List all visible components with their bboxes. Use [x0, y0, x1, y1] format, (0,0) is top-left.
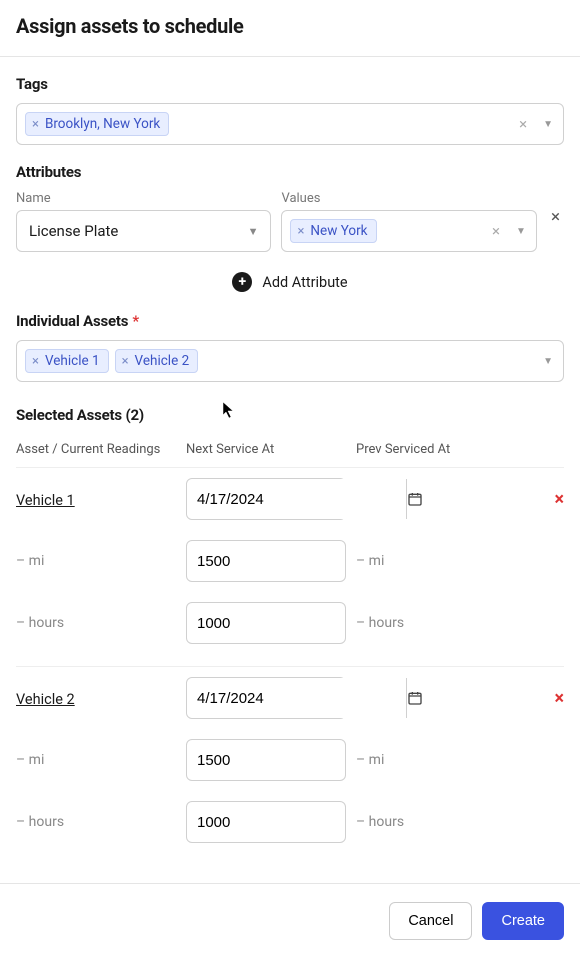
mi-next-input[interactable]	[186, 540, 346, 582]
value-chip[interactable]: × New York	[290, 219, 376, 243]
clear-icon[interactable]: ×	[513, 115, 533, 133]
chip-label: Vehicle 1	[45, 353, 100, 369]
next-service-date-input[interactable]	[187, 678, 406, 718]
table-header: Asset / Current Readings Next Service At…	[16, 434, 564, 468]
asset-link[interactable]: Vehicle 1	[16, 492, 75, 509]
remove-attribute-button[interactable]: ×	[547, 207, 564, 237]
asset-chip[interactable]: × Vehicle 1	[25, 349, 109, 373]
caret-down-icon[interactable]: ▼	[539, 356, 555, 367]
mi-current: – mi	[16, 553, 186, 569]
attr-name-select[interactable]: License Plate ▼	[16, 210, 271, 252]
attributes-label: Attributes	[16, 163, 564, 181]
calendar-icon	[407, 690, 423, 706]
date-input-wrap	[186, 478, 346, 520]
date-picker-button[interactable]	[406, 678, 423, 718]
hours-prev: – hours	[356, 615, 496, 631]
mi-next-input[interactable]	[186, 739, 346, 781]
attr-name-label: Name	[16, 191, 271, 206]
remove-asset-button[interactable]: ×	[554, 688, 564, 709]
add-attribute-label: Add Attribute	[262, 274, 347, 291]
asset-block: Vehicle 1 × – mi – mi – hours – hours	[16, 468, 564, 667]
chip-remove-icon[interactable]: ×	[32, 355, 39, 368]
chip-label: Brooklyn, New York	[45, 116, 160, 132]
individual-assets-input[interactable]: × Vehicle 1 × Vehicle 2 ▼	[16, 340, 564, 382]
plus-circle-icon: +	[232, 272, 252, 292]
hours-next-input[interactable]	[186, 602, 346, 644]
attr-values-input[interactable]: × New York × ▼	[281, 210, 536, 252]
add-attribute-button[interactable]: + Add Attribute	[16, 272, 564, 292]
caret-down-icon: ▼	[248, 225, 259, 238]
tags-label: Tags	[16, 75, 564, 93]
required-asterisk: *	[132, 312, 139, 330]
hours-next-input[interactable]	[186, 801, 346, 843]
mi-current: – mi	[16, 752, 186, 768]
chip-remove-icon[interactable]: ×	[32, 118, 39, 131]
asset-block: Vehicle 2 × – mi – mi – hours – hours	[16, 667, 564, 865]
hours-prev: – hours	[356, 814, 496, 830]
mi-prev: – mi	[356, 553, 496, 569]
page-title: Assign assets to schedule	[16, 14, 564, 38]
asset-chip[interactable]: × Vehicle 2	[115, 349, 199, 373]
chip-remove-icon[interactable]: ×	[297, 225, 304, 238]
col-next: Next Service At	[186, 442, 356, 457]
caret-down-icon[interactable]: ▼	[512, 226, 528, 237]
caret-down-icon[interactable]: ▼	[539, 119, 555, 130]
tags-input[interactable]: × Brooklyn, New York × ▼	[16, 103, 564, 145]
individual-assets-label: Individual Assets*	[16, 312, 564, 330]
date-picker-button[interactable]	[406, 479, 423, 519]
calendar-icon	[407, 491, 423, 507]
chip-label: Vehicle 2	[135, 353, 190, 369]
asset-link[interactable]: Vehicle 2	[16, 691, 75, 708]
col-prev: Prev Serviced At	[356, 442, 496, 457]
attr-values-label: Values	[281, 191, 536, 206]
col-asset: Asset / Current Readings	[16, 442, 186, 457]
attr-name-value: License Plate	[29, 222, 118, 240]
create-button[interactable]: Create	[482, 902, 564, 940]
chip-remove-icon[interactable]: ×	[122, 355, 129, 368]
selected-assets-label: Selected Assets (2)	[16, 406, 564, 424]
date-input-wrap	[186, 677, 346, 719]
cancel-button[interactable]: Cancel	[389, 902, 472, 940]
tag-chip[interactable]: × Brooklyn, New York	[25, 112, 169, 136]
hours-current: – hours	[16, 814, 186, 830]
next-service-date-input[interactable]	[187, 479, 406, 519]
clear-icon[interactable]: ×	[486, 222, 506, 240]
chip-label: New York	[310, 223, 367, 239]
mi-prev: – mi	[356, 752, 496, 768]
hours-current: – hours	[16, 615, 186, 631]
remove-asset-button[interactable]: ×	[554, 489, 564, 510]
